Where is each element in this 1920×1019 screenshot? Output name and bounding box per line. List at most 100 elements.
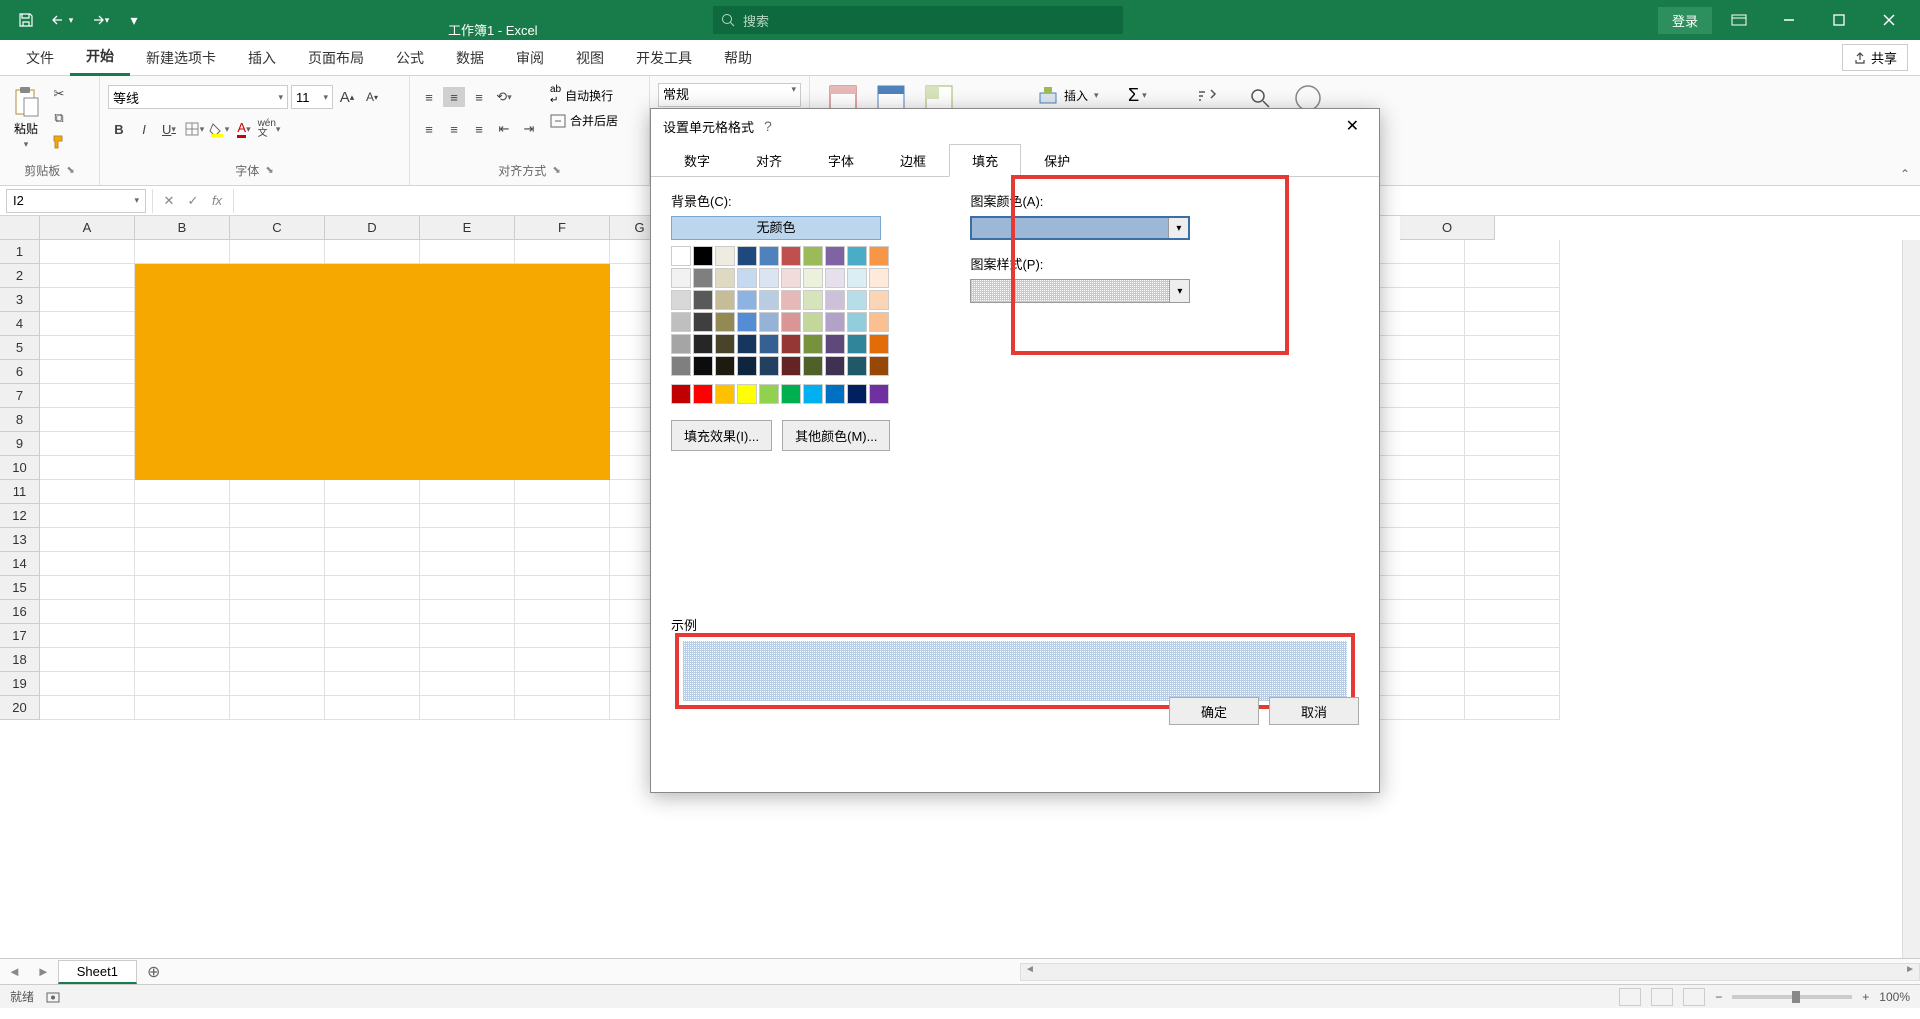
number-format-select[interactable]: 常规▾ [658, 83, 801, 107]
align-bottom-icon[interactable]: ≡ [468, 87, 490, 107]
col-header[interactable]: O [1400, 216, 1495, 240]
cell[interactable] [40, 432, 135, 456]
cell[interactable] [40, 360, 135, 384]
cell[interactable] [1370, 624, 1465, 648]
color-swatch[interactable] [847, 312, 867, 332]
row-header[interactable]: 3 [0, 288, 40, 312]
phonetic-icon[interactable]: wén文▾ [258, 119, 280, 139]
cell[interactable] [1370, 384, 1465, 408]
cell[interactable] [1465, 432, 1560, 456]
cell[interactable] [1370, 480, 1465, 504]
tab-formulas[interactable]: 公式 [380, 40, 440, 76]
cell[interactable] [40, 408, 135, 432]
cell[interactable] [1370, 672, 1465, 696]
cell[interactable] [1370, 408, 1465, 432]
cell[interactable] [1465, 648, 1560, 672]
cell[interactable] [230, 624, 325, 648]
cell[interactable] [135, 600, 230, 624]
row-header[interactable]: 5 [0, 336, 40, 360]
cell[interactable] [1370, 648, 1465, 672]
cell[interactable] [135, 240, 230, 264]
color-swatch[interactable] [759, 356, 779, 376]
color-swatch[interactable] [803, 268, 823, 288]
color-swatch[interactable] [803, 356, 823, 376]
search-box[interactable]: 搜索 [713, 6, 1123, 34]
col-header[interactable]: E [420, 216, 515, 240]
name-box[interactable]: I2▾ [6, 189, 146, 213]
zoom-level[interactable]: 100% [1879, 990, 1910, 1004]
cell[interactable] [135, 576, 230, 600]
zoom-in-icon[interactable]: + [1862, 990, 1869, 1004]
format-painter-icon[interactable] [48, 132, 70, 152]
color-swatch[interactable] [693, 334, 713, 354]
cell[interactable] [325, 696, 420, 720]
align-middle-icon[interactable]: ≡ [443, 87, 465, 107]
share-button[interactable]: 共享 [1842, 44, 1908, 71]
color-swatch[interactable] [715, 334, 735, 354]
color-swatch[interactable] [847, 268, 867, 288]
macro-record-icon[interactable] [46, 990, 60, 1004]
cell[interactable] [40, 240, 135, 264]
row-header[interactable]: 11 [0, 480, 40, 504]
color-swatch[interactable] [715, 384, 735, 404]
color-swatch[interactable] [803, 246, 823, 266]
dlg-tab-fill[interactable]: 填充 [949, 144, 1021, 177]
dlg-tab-number[interactable]: 数字 [661, 144, 733, 177]
redo-icon[interactable]: ▾ [84, 6, 112, 34]
color-swatch[interactable] [781, 384, 801, 404]
cell[interactable] [420, 576, 515, 600]
color-swatch[interactable] [869, 356, 889, 376]
cell[interactable] [1370, 696, 1465, 720]
cell[interactable] [325, 240, 420, 264]
italic-icon[interactable]: I [133, 119, 155, 139]
autosum-icon[interactable]: Σ [1128, 85, 1139, 106]
color-swatch[interactable] [671, 356, 691, 376]
normal-view-icon[interactable] [1619, 988, 1641, 1006]
cell[interactable] [515, 696, 610, 720]
cell[interactable] [135, 528, 230, 552]
dlg-tab-font[interactable]: 字体 [805, 144, 877, 177]
cell[interactable] [420, 480, 515, 504]
clipboard-launcher[interactable]: ⬊ [66, 165, 74, 176]
color-swatch[interactable] [825, 290, 845, 310]
font-size-select[interactable]: 11▾ [291, 85, 333, 109]
font-color-icon[interactable]: A▾ [233, 119, 255, 139]
cell[interactable] [420, 648, 515, 672]
select-all-corner[interactable] [0, 216, 40, 240]
cell[interactable] [515, 504, 610, 528]
cell[interactable] [1465, 600, 1560, 624]
fx-icon[interactable]: fx [207, 193, 227, 208]
cell[interactable] [40, 528, 135, 552]
color-swatch[interactable] [847, 290, 867, 310]
cell[interactable] [135, 672, 230, 696]
cell[interactable] [1370, 552, 1465, 576]
cell[interactable] [40, 312, 135, 336]
horizontal-scrollbar[interactable] [1020, 963, 1920, 981]
row-header[interactable]: 12 [0, 504, 40, 528]
cell[interactable] [420, 624, 515, 648]
cell[interactable] [1465, 528, 1560, 552]
cell[interactable] [135, 504, 230, 528]
color-swatch[interactable] [803, 384, 823, 404]
cell[interactable] [1465, 240, 1560, 264]
cell[interactable] [1465, 336, 1560, 360]
cell[interactable] [1370, 600, 1465, 624]
increase-indent-icon[interactable]: ⇥ [518, 119, 540, 139]
cell[interactable] [515, 672, 610, 696]
page-break-view-icon[interactable] [1683, 988, 1705, 1006]
font-name-select[interactable]: 等线▾ [108, 85, 288, 109]
color-swatch[interactable] [671, 334, 691, 354]
color-swatch[interactable] [759, 384, 779, 404]
color-swatch[interactable] [803, 312, 823, 332]
align-center-icon[interactable]: ≡ [443, 119, 465, 139]
cell[interactable] [230, 480, 325, 504]
color-swatch[interactable] [869, 334, 889, 354]
row-header[interactable]: 1 [0, 240, 40, 264]
row-header[interactable]: 4 [0, 312, 40, 336]
cell[interactable] [40, 696, 135, 720]
zoom-out-icon[interactable]: − [1715, 990, 1722, 1004]
cell[interactable] [420, 504, 515, 528]
cell[interactable] [515, 240, 610, 264]
color-swatch[interactable] [869, 384, 889, 404]
cell[interactable] [1370, 528, 1465, 552]
